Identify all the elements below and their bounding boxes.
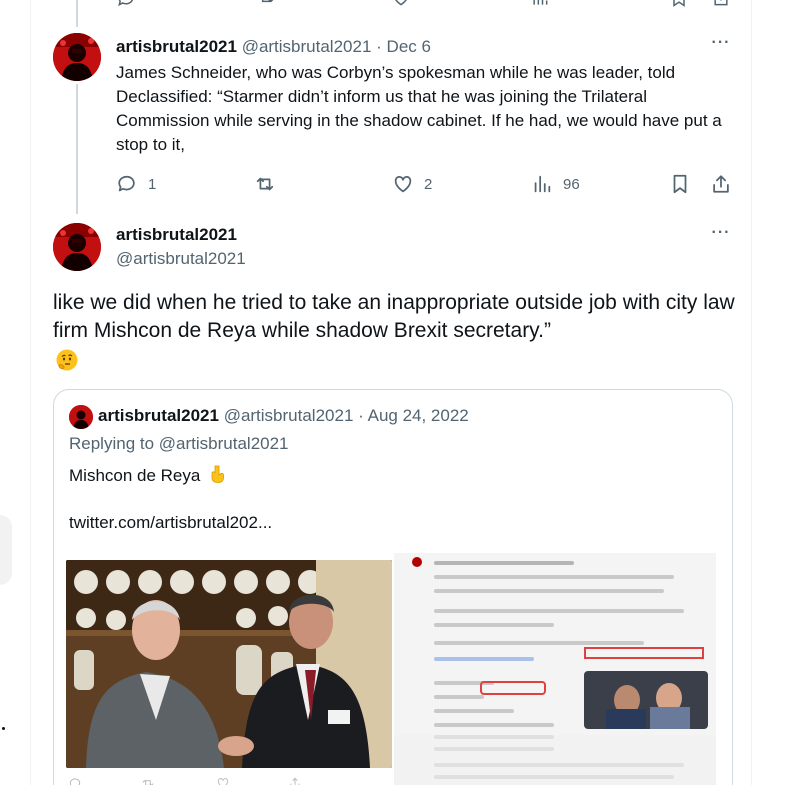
heart-icon: [394, 176, 412, 193]
screenshot-blur-overlay: [394, 735, 716, 785]
share-icon[interactable]: [711, 0, 731, 8]
screenshot-highlight: [584, 647, 704, 659]
more-options-icon[interactable]: ···: [709, 225, 733, 246]
reply-icon: [118, 175, 135, 192]
author-name[interactable]: artisbrutal2021: [116, 37, 237, 56]
reply-count: 1: [148, 175, 157, 193]
screenshot-video: [584, 671, 708, 729]
side-dot: [2, 727, 5, 730]
share-icon: [713, 175, 729, 193]
quoted-actions: [66, 776, 386, 785]
share-icon: [290, 777, 300, 785]
screenshot-highlight: [480, 681, 546, 695]
quoted-tweet-text: Mishcon de Reya: [69, 464, 227, 486]
like-icon: [217, 778, 229, 785]
share-button[interactable]: [710, 172, 732, 196]
thread-line: [76, 0, 78, 27]
side-panel-edge: [0, 515, 12, 585]
retweet-icon[interactable]: [256, 0, 276, 8]
like-button[interactable]: 2: [392, 172, 432, 196]
avatar[interactable]: [53, 223, 101, 271]
handshake-photo: [66, 560, 392, 768]
timeline-border-right: [751, 0, 752, 785]
reply-icon[interactable]: [116, 0, 136, 8]
screenshot-avatar: [412, 557, 422, 567]
retweet-button[interactable]: [254, 172, 286, 196]
retweet-icon: [256, 177, 274, 191]
like-icon[interactable]: [391, 0, 411, 8]
previous-tweet-actions: [116, 0, 736, 8]
replying-prefix: Replying to: [69, 434, 155, 453]
author-handle[interactable]: @artisbrutal2021: [116, 249, 246, 269]
avatar[interactable]: [69, 405, 93, 429]
reply-icon: [69, 778, 81, 785]
tweet-date[interactable]: Aug 24, 2022: [368, 406, 469, 425]
tweet-text: James Schneider, who was Corbyn’s spokes…: [116, 63, 722, 154]
reply-button[interactable]: 1: [116, 172, 156, 196]
author-handle[interactable]: @artisbrutal2021: [242, 37, 372, 56]
tweet-text: like we did when he tried to take an ina…: [53, 291, 735, 342]
quoted-tweet[interactable]: artisbrutal2021 @artisbrutal2021 · Aug 2…: [53, 389, 733, 785]
more-options-icon[interactable]: ···: [709, 35, 733, 56]
tweet-header: artisbrutal2021 @artisbrutal2021 · Dec 6: [116, 36, 431, 58]
thinking-face-emoji: [56, 349, 78, 371]
avatar[interactable]: [53, 33, 101, 81]
author-name[interactable]: artisbrutal2021: [116, 225, 237, 245]
separator: ·: [358, 406, 364, 425]
tweet-date[interactable]: Dec 6: [387, 37, 431, 56]
bookmark-icon: [673, 174, 687, 194]
retweet-icon: [142, 780, 154, 785]
replying-to-handle[interactable]: @artisbrutal2021: [159, 434, 289, 453]
quoted-text: Mishcon de Reya: [69, 466, 201, 485]
quoted-tweet-header: artisbrutal2021 @artisbrutal2021 · Aug 2…: [98, 406, 469, 426]
bookmark-button[interactable]: [669, 172, 691, 196]
quoted-photo-screenshot[interactable]: [394, 553, 716, 785]
author-handle[interactable]: @artisbrutal2021: [224, 406, 354, 425]
quoted-tweet-link[interactable]: twitter.com/artisbrutal202...: [69, 513, 272, 533]
timeline-border-left: [30, 0, 31, 785]
like-count: 2: [424, 175, 433, 193]
backhand-index-pointing-down-emoji: [211, 465, 224, 483]
views-icon: [534, 175, 551, 193]
replying-to: Replying to @artisbrutal2021: [69, 434, 289, 454]
tweet-actions: 1 2 96: [116, 172, 741, 196]
quoted-photo-handshake[interactable]: [66, 560, 392, 768]
views-icon[interactable]: [530, 0, 550, 8]
views-count: 96: [563, 175, 580, 193]
thread-line: [76, 84, 78, 214]
views-button[interactable]: 96: [531, 172, 580, 196]
author-name[interactable]: artisbrutal2021: [98, 406, 219, 425]
bookmark-icon[interactable]: [669, 0, 689, 8]
separator: ·: [376, 37, 382, 56]
